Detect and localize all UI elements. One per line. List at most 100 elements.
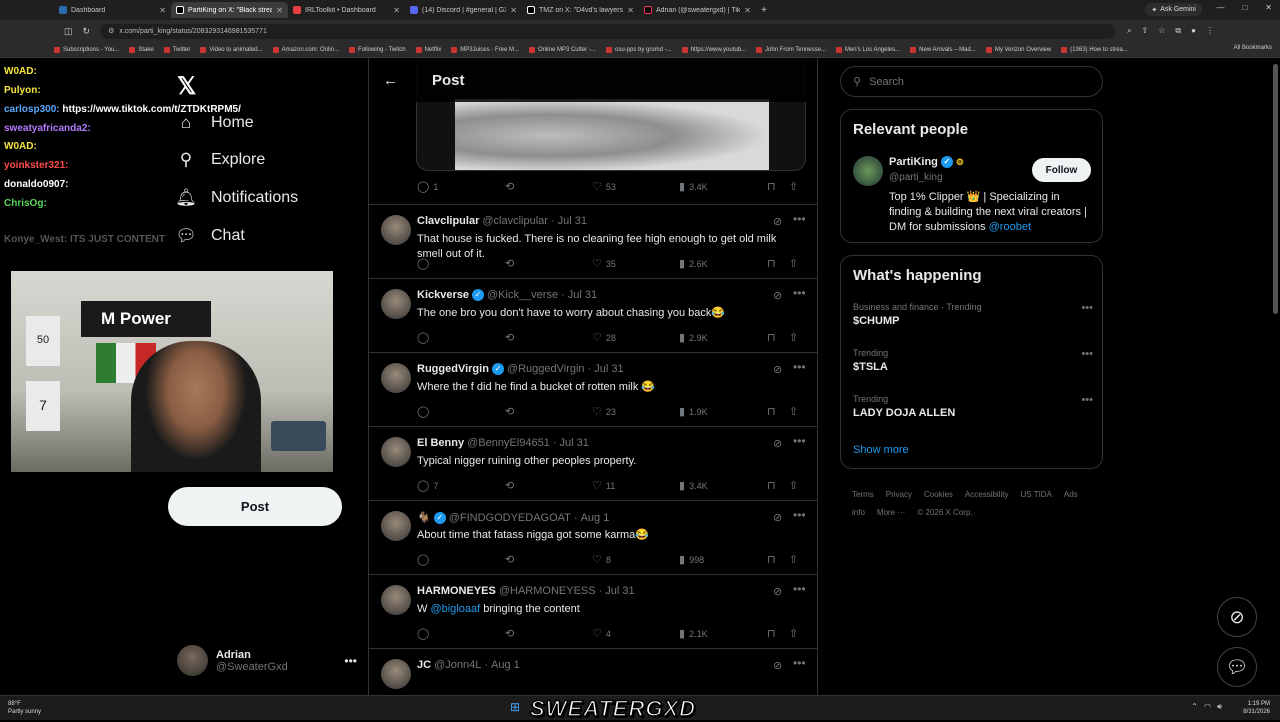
author-handle[interactable]: @clavclipular (482, 215, 548, 227)
bookmark-item[interactable]: Amazon.com: Onlin... (272, 46, 339, 53)
repost-button[interactable]: ⟲ (505, 257, 514, 270)
reply-tweet[interactable]: Kickverse ✓ @Kick__verse · Jul 31 ⊘ ••• The one… (369, 278, 817, 352)
wifi-icon[interactable]: ◠ (1204, 702, 1211, 712)
grok-icon[interactable]: ⊘ (773, 363, 782, 376)
bookmark-item[interactable]: New Arrivals – Mad... (910, 46, 976, 53)
avatar[interactable] (381, 289, 411, 319)
more-icon[interactable]: ••• (793, 508, 806, 522)
grok-icon[interactable]: ⊘ (773, 659, 782, 672)
bookmark-button[interactable]: ⊓ (767, 257, 776, 270)
avatar[interactable] (853, 156, 883, 186)
extensions-icon[interactable]: ⧉ (1175, 26, 1181, 36)
bookmark-button[interactable]: ⊓ (767, 405, 776, 418)
like-button[interactable]: ♡ 53 (592, 180, 616, 193)
repost-button[interactable]: ⟲ (505, 180, 514, 193)
more-icon[interactable]: ••• (793, 582, 806, 596)
share-button[interactable]: ⇧ (789, 479, 798, 492)
bookmark-star-icon[interactable]: ☆ (1158, 26, 1165, 36)
author-name[interactable]: RuggedVirgin (417, 363, 489, 375)
share-button[interactable]: ⇧ (789, 627, 798, 640)
follow-button[interactable]: Follow (1032, 158, 1091, 182)
reply-button[interactable]: ◯ (417, 627, 433, 640)
more-icon[interactable]: ••• (793, 434, 806, 448)
post-button[interactable]: Post (168, 487, 342, 526)
more-icon[interactable]: ••• (1081, 302, 1093, 314)
maximize-icon[interactable]: □ (1242, 3, 1247, 12)
bookmark-item[interactable]: https://www.youtub... (681, 46, 746, 53)
close-tab-icon[interactable]: ✕ (627, 6, 634, 15)
grok-icon[interactable]: ⊘ (773, 215, 782, 228)
tweet-date[interactable]: Jul 31 (558, 215, 587, 227)
footer-link[interactable]: Accessibility (965, 490, 1009, 499)
bookmark-item[interactable]: Twitter (163, 46, 190, 53)
close-tab-icon[interactable]: ✕ (159, 6, 166, 15)
like-button[interactable]: ♡ 28 (592, 331, 616, 344)
bookmark-button[interactable]: ⊓ (767, 627, 776, 640)
site-info-icon[interactable]: ⚙ (108, 27, 114, 35)
reply-button[interactable]: ◯ (417, 331, 433, 344)
repost-button[interactable]: ⟲ (505, 627, 514, 640)
bookmark-item[interactable]: Stake (129, 46, 154, 53)
bookmark-item[interactable]: Men's Los Angeles... (835, 46, 900, 53)
repost-button[interactable]: ⟲ (505, 553, 514, 566)
browser-tab[interactable]: IRLToolkit • Dashboard ✕ (288, 2, 405, 18)
more-icon[interactable]: ••• (793, 212, 806, 226)
bookmark-button[interactable]: ⊓ (767, 479, 776, 492)
tweet-date[interactable]: Jul 31 (559, 437, 588, 449)
clock[interactable]: 1:19 PM 8/31/2026 (1243, 700, 1270, 716)
share-icon[interactable]: ⇪ (1142, 26, 1149, 36)
views-button[interactable]: ▮ 2.9K (679, 331, 708, 344)
url-field[interactable]: ⚙ x.com/parti_king/status/208329314698153… (100, 23, 1116, 39)
views-button[interactable]: ▮ 998 (679, 553, 704, 566)
browser-tab[interactable]: TMZ on X: "D4vd's lawyers ✕ (522, 2, 639, 18)
close-tab-icon[interactable]: ✕ (393, 6, 400, 15)
author-handle[interactable]: @BennyEl94651 (467, 437, 550, 449)
bookmark-button[interactable]: ⊓ (767, 553, 776, 566)
repost-button[interactable]: ⟲ (505, 479, 514, 492)
more-icon[interactable]: ••• (793, 286, 806, 300)
bookmark-item[interactable]: Video to animated... (200, 46, 263, 53)
avatar[interactable] (381, 511, 411, 541)
weather-widget[interactable]: 88°F Partly sunny (8, 700, 41, 716)
views-button[interactable]: ▮ 3.4K (679, 180, 708, 193)
tweet-date[interactable]: Aug 1 (491, 659, 520, 671)
more-icon[interactable]: ••• (1081, 348, 1093, 360)
avatar[interactable] (381, 215, 411, 245)
views-button[interactable]: ▮ 2.1K (679, 627, 708, 640)
share-button[interactable]: ⇧ (789, 405, 798, 418)
more-icon[interactable]: ••• (793, 656, 806, 670)
author-handle[interactable]: @FINDGODYEDAGOAT (449, 512, 571, 524)
like-button[interactable]: ♡ 11 (592, 479, 615, 492)
author-handle[interactable]: @Jonn4L (434, 659, 481, 671)
sidebar-toggle-icon[interactable]: ◫ (64, 26, 73, 37)
bookmark-item[interactable]: Netflix (415, 46, 441, 53)
messages-icon[interactable]: 💬︎ (1217, 647, 1257, 687)
bookmark-item[interactable]: Following - Twitch (349, 46, 406, 53)
close-tab-icon[interactable]: ✕ (276, 6, 283, 15)
tweet-date[interactable]: Aug 1 (581, 512, 610, 524)
avatar[interactable] (381, 437, 411, 467)
author-name[interactable]: JC (417, 659, 431, 671)
avatar[interactable] (381, 363, 411, 393)
reply-button[interactable]: ◯ (417, 553, 433, 566)
author-handle[interactable]: @RuggedVirgin (507, 363, 585, 375)
avatar[interactable] (381, 585, 411, 615)
tweet-date[interactable]: Jul 31 (605, 585, 634, 597)
person-name[interactable]: PartiKing ✓ ⚙ (889, 156, 964, 168)
browser-tab-active[interactable]: PartiKing on X: "Black streame"✕ (171, 2, 288, 18)
grok-icon[interactable]: ⊘ (773, 585, 782, 598)
bookmark-item[interactable]: John From Tennesse... (756, 46, 826, 53)
share-button[interactable]: ⇧ (789, 180, 798, 193)
reply-tweet[interactable]: Clavclipular @clavclipular · Jul 31 ⊘ ••• That… (369, 204, 817, 278)
like-button[interactable]: ♡ 23 (592, 405, 616, 418)
reply-button[interactable]: ◯ 7 (417, 479, 438, 492)
grok-icon[interactable]: ⊘ (1217, 597, 1257, 637)
trend-item[interactable]: Business and finance · Trending $CHUMP ••• (853, 302, 1093, 327)
footer-link[interactable]: Cookies (924, 490, 953, 499)
share-button[interactable]: ⇧ (789, 257, 798, 270)
reply-button[interactable]: ◯ 1 (417, 180, 438, 193)
like-button[interactable]: ♡ 35 (592, 257, 616, 270)
footer-link[interactable]: US TIDA (1021, 490, 1052, 499)
mention-link[interactable]: @bigloaaf (430, 603, 480, 615)
author-name[interactable]: 🐐 (417, 511, 431, 524)
